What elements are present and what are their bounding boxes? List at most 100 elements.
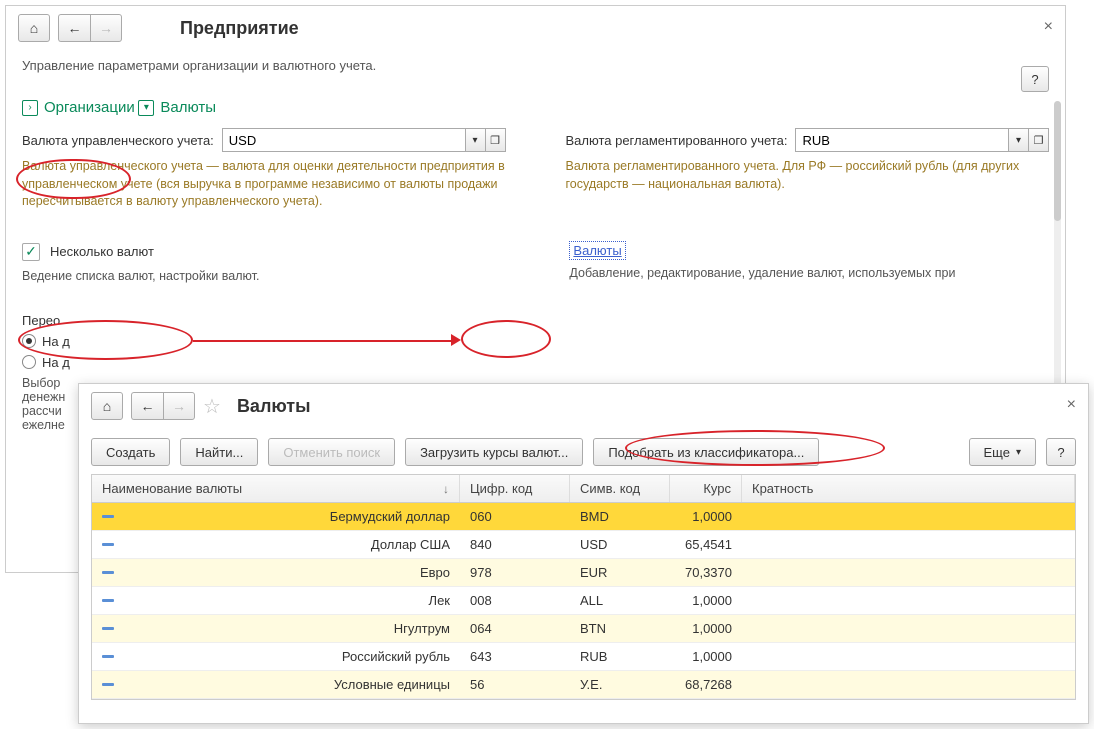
table-row[interactable]: Евро978EUR70,3370 bbox=[92, 559, 1075, 587]
cell-sym: У.Е. bbox=[570, 671, 670, 698]
back-button[interactable]: ← bbox=[58, 14, 90, 42]
cell-num: 840 bbox=[460, 531, 570, 558]
table-row[interactable]: Нгултрум064BTN1,0000 bbox=[92, 615, 1075, 643]
radio-option-1[interactable]: На д bbox=[22, 334, 1049, 349]
row-icon bbox=[102, 655, 114, 658]
organizations-label: Организации bbox=[44, 99, 135, 116]
more-label: Еще bbox=[984, 445, 1010, 460]
table-row[interactable]: Бермудский доллар060BMD1,0000 bbox=[92, 503, 1075, 531]
annotation-arrow-line bbox=[193, 340, 451, 342]
multi-currency-label: Несколько валют bbox=[50, 244, 154, 259]
cell-mul bbox=[742, 503, 1075, 530]
currencies-label: Валюты bbox=[160, 99, 216, 116]
col-sym-header[interactable]: Симв. код bbox=[570, 475, 670, 502]
col-mul-header[interactable]: Кратность bbox=[742, 475, 1075, 502]
cell-rate: 1,0000 bbox=[670, 643, 742, 670]
cell-sym: BTN bbox=[570, 615, 670, 642]
organizations-section[interactable]: › Организации bbox=[22, 99, 135, 116]
cell-rate: 1,0000 bbox=[670, 615, 742, 642]
link-block: Валюты Добавление, редактирование, удале… bbox=[569, 229, 955, 280]
cell-rate: 70,3370 bbox=[670, 559, 742, 586]
regl-input[interactable] bbox=[795, 128, 1009, 152]
dialog-title: Валюты bbox=[237, 396, 311, 417]
chevron-down-icon: ▾ bbox=[138, 100, 154, 116]
regl-open-button[interactable]: ❐ bbox=[1029, 128, 1049, 152]
radio-option-2[interactable]: На д bbox=[22, 355, 1049, 370]
star-icon[interactable]: ☆ bbox=[203, 394, 221, 419]
dlg-close-icon[interactable]: × bbox=[1067, 396, 1076, 414]
mgmt-description: Валюта управленческого учета — валюта дл… bbox=[22, 158, 506, 211]
cell-mul bbox=[742, 643, 1075, 670]
table-row[interactable]: Условные единицы56У.Е.68,7268 bbox=[92, 671, 1075, 699]
forward-button[interactable]: → bbox=[90, 14, 122, 42]
grid-body: Бермудский доллар060BMD1,0000Доллар США8… bbox=[92, 503, 1075, 699]
regl-description: Валюта регламентированного учета. Для РФ… bbox=[566, 158, 1050, 193]
table-row[interactable]: Доллар США840USD65,4541 bbox=[92, 531, 1075, 559]
currencies-link[interactable]: Валюты bbox=[569, 241, 625, 260]
regl-label: Валюта регламентированного учета: bbox=[566, 133, 788, 148]
create-button[interactable]: Создать bbox=[91, 438, 170, 466]
dlg-help-button[interactable]: ? bbox=[1046, 438, 1076, 466]
cell-mul bbox=[742, 615, 1075, 642]
currencies-section[interactable]: ▾ Валюты bbox=[138, 99, 216, 116]
main-toolbar: ⌂ ← → Предприятие × bbox=[6, 6, 1065, 50]
currencies-dialog: ⌂ ← → ☆ Валюты × Создать Найти... Отмени… bbox=[78, 383, 1089, 724]
find-button[interactable]: Найти... bbox=[180, 438, 258, 466]
cell-rate: 1,0000 bbox=[670, 587, 742, 614]
scrollbar-thumb[interactable] bbox=[1054, 101, 1061, 221]
help-button[interactable]: ? bbox=[1021, 66, 1049, 92]
home-button[interactable]: ⌂ bbox=[18, 14, 50, 42]
multi-block: ✓ Несколько валют Ведение списка валют, … bbox=[22, 229, 259, 283]
row-icon bbox=[102, 571, 114, 574]
cell-sym: RUB bbox=[570, 643, 670, 670]
dlg-back-button[interactable]: ← bbox=[131, 392, 163, 420]
cell-name: Евро bbox=[92, 559, 460, 586]
cell-mul bbox=[742, 587, 1075, 614]
grid-header: Наименование валюты ↓ Цифр. код Симв. ко… bbox=[92, 475, 1075, 503]
regl-dropdown-button[interactable]: ▾ bbox=[1009, 128, 1029, 152]
cell-mul bbox=[742, 559, 1075, 586]
mgmt-dropdown-button[interactable]: ▾ bbox=[466, 128, 486, 152]
close-icon[interactable]: × bbox=[1044, 18, 1053, 36]
cell-sym: EUR bbox=[570, 559, 670, 586]
mgmt-open-button[interactable]: ❐ bbox=[486, 128, 506, 152]
col-num-header[interactable]: Цифр. код bbox=[460, 475, 570, 502]
dlg-home-button[interactable]: ⌂ bbox=[91, 392, 123, 420]
dlg-forward-button[interactable]: → bbox=[163, 392, 195, 420]
multi-currency-check[interactable]: ✓ Несколько валют bbox=[22, 243, 154, 261]
cell-rate: 1,0000 bbox=[670, 503, 742, 530]
mgmt-combo: ▾ ❐ bbox=[222, 128, 506, 152]
cell-name: Лек bbox=[92, 587, 460, 614]
radio1-label: На д bbox=[42, 334, 70, 349]
col-name-header[interactable]: Наименование валюты ↓ bbox=[92, 475, 460, 502]
table-row[interactable]: Российский рубль643RUB1,0000 bbox=[92, 643, 1075, 671]
multi-currency-note: Ведение списка валют, настройки валют. bbox=[22, 269, 259, 283]
table-row[interactable]: Лек008ALL1,0000 bbox=[92, 587, 1075, 615]
row-icon bbox=[102, 515, 114, 518]
radio-icon bbox=[22, 355, 36, 369]
chevron-right-icon: › bbox=[22, 100, 38, 116]
radio-selected-icon bbox=[22, 334, 36, 348]
page-subtitle: Управление параметрами организации и вал… bbox=[22, 58, 1049, 73]
dialog-toolbar: ⌂ ← → ☆ Валюты × bbox=[79, 384, 1088, 428]
cell-num: 060 bbox=[460, 503, 570, 530]
row-icon bbox=[102, 543, 114, 546]
mgmt-input[interactable] bbox=[222, 128, 466, 152]
cell-sym: ALL bbox=[570, 587, 670, 614]
annotation-arrow-head bbox=[451, 334, 461, 346]
currencies-link-note: Добавление, редактирование, удаление вал… bbox=[569, 266, 955, 280]
cancel-search-button[interactable]: Отменить поиск bbox=[268, 438, 395, 466]
checkbox-icon: ✓ bbox=[22, 243, 40, 261]
cell-name: Бермудский доллар bbox=[92, 503, 460, 530]
cell-rate: 68,7268 bbox=[670, 671, 742, 698]
cell-name: Российский рубль bbox=[92, 643, 460, 670]
regl-field-line: Валюта регламентированного учета: ▾ ❐ bbox=[566, 128, 1050, 152]
cell-mul bbox=[742, 671, 1075, 698]
pick-from-classifier-button[interactable]: Подобрать из классификатора... bbox=[593, 438, 819, 466]
more-button[interactable]: Еще ▾ bbox=[969, 438, 1036, 466]
col-rate-header[interactable]: Курс bbox=[670, 475, 742, 502]
load-rates-button[interactable]: Загрузить курсы валют... bbox=[405, 438, 583, 466]
cell-num: 643 bbox=[460, 643, 570, 670]
main-content: Управление параметрами организации и вал… bbox=[6, 50, 1065, 440]
cell-rate: 65,4541 bbox=[670, 531, 742, 558]
